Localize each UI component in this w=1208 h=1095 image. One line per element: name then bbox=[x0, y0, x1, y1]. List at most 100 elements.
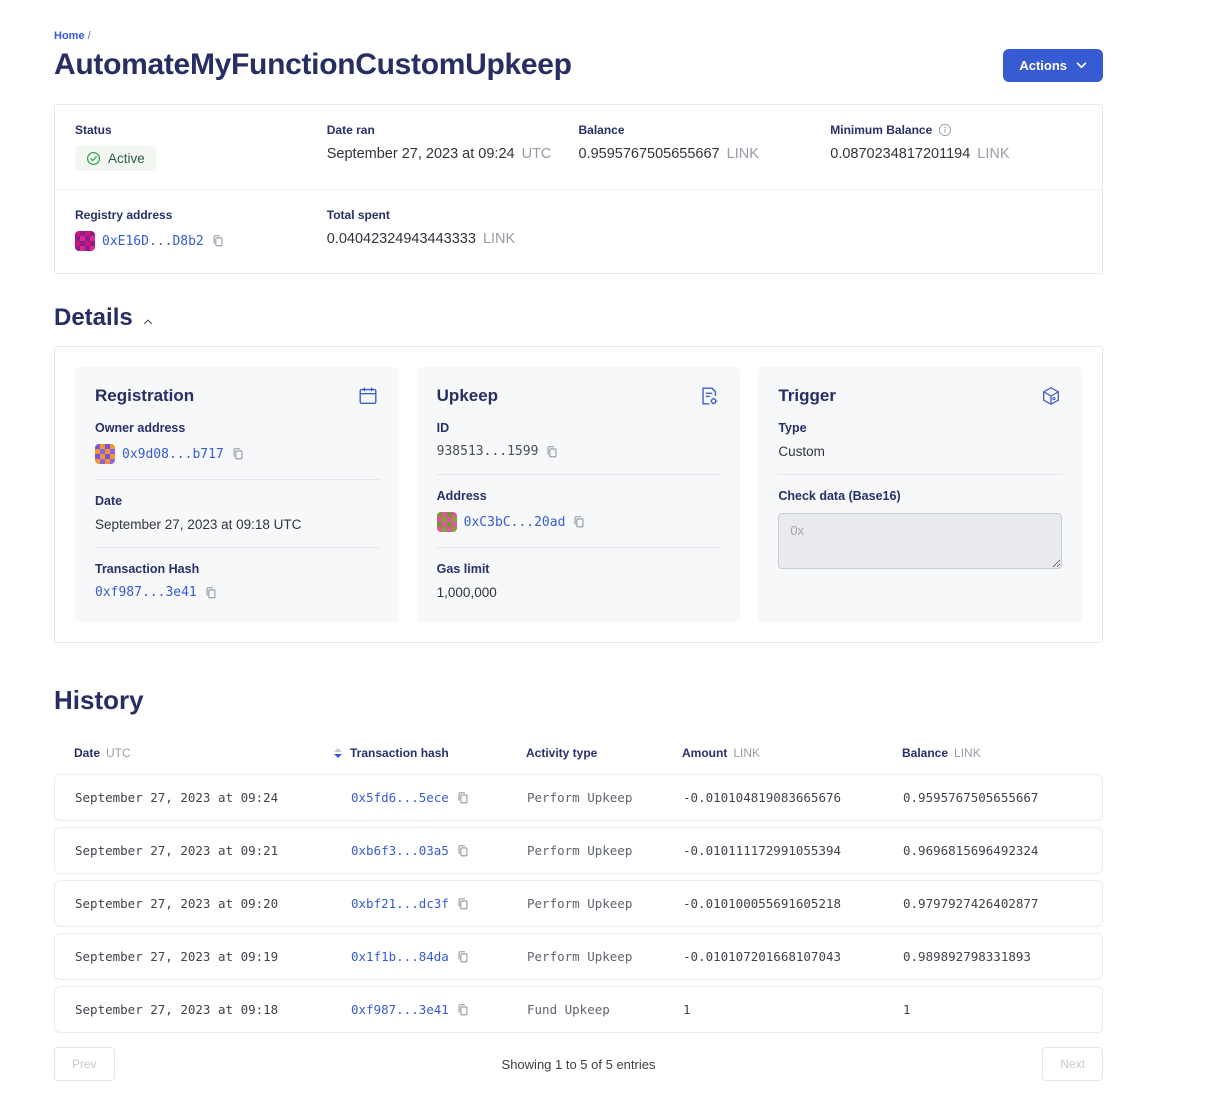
balance-value: 0.9595767505655667 bbox=[579, 146, 720, 162]
check-data-textarea[interactable] bbox=[778, 513, 1062, 569]
row-hash-link[interactable]: 0xb6f3...03a5 bbox=[351, 843, 449, 858]
trigger-type-label: Type bbox=[778, 421, 1062, 435]
upkeep-id-value: 938513...1599 bbox=[437, 444, 539, 459]
owner-address-link[interactable]: 0x9d08...b717 bbox=[122, 447, 224, 462]
balance-field: Balance 0.9595767505655667 LINK bbox=[579, 123, 831, 171]
trigger-card: Trigger Type Custom Check data (Base16) bbox=[758, 367, 1082, 622]
actions-button[interactable]: Actions bbox=[1003, 49, 1103, 82]
copy-icon[interactable] bbox=[545, 445, 559, 459]
min-balance-suffix: LINK bbox=[977, 146, 1009, 162]
copy-icon[interactable] bbox=[456, 791, 470, 805]
row-hash-link[interactable]: 0xbf21...dc3f bbox=[351, 896, 449, 911]
trigger-title: Trigger bbox=[778, 386, 836, 406]
row-amount: -0.010104819083665676 bbox=[683, 790, 903, 805]
contract-avatar-icon bbox=[437, 512, 457, 532]
upkeep-address-link[interactable]: 0xC3bC...20ad bbox=[464, 515, 566, 530]
transaction-hash-label: Transaction Hash bbox=[95, 562, 379, 576]
min-balance-value: 0.0870234817201194 bbox=[830, 146, 970, 162]
card-divider bbox=[437, 474, 721, 475]
status-label: Status bbox=[75, 123, 327, 137]
upkeep-id-label: ID bbox=[437, 421, 721, 435]
card-divider bbox=[437, 547, 721, 548]
registration-card: Registration Owner address 0x9d08...b717… bbox=[75, 367, 399, 622]
row-date: September 27, 2023 at 09:18 bbox=[75, 1002, 351, 1017]
balance-label: Balance bbox=[579, 123, 831, 137]
date-column-suffix: UTC bbox=[106, 746, 131, 760]
sort-icon[interactable] bbox=[334, 748, 342, 758]
card-divider bbox=[95, 479, 379, 480]
cube-icon bbox=[1040, 385, 1062, 407]
column-header-amount: Amount LINK bbox=[682, 746, 902, 760]
breadcrumb: Home/ bbox=[54, 30, 1103, 42]
row-amount: -0.010111172991055394 bbox=[683, 843, 903, 858]
page-title: AutomateMyFunctionCustomUpkeep bbox=[54, 48, 572, 82]
prev-button[interactable]: Prev bbox=[54, 1047, 115, 1081]
row-activity: Perform Upkeep bbox=[527, 949, 683, 964]
registry-address-link[interactable]: 0xE16D...D8b2 bbox=[102, 234, 204, 249]
upkeep-card: Upkeep ID 938513...1599 Address 0xC3bC..… bbox=[417, 367, 741, 622]
trigger-type-value: Custom bbox=[778, 444, 825, 459]
status-field: Status Active bbox=[75, 123, 327, 171]
balance-suffix: LINK bbox=[727, 146, 759, 162]
info-icon[interactable] bbox=[938, 123, 952, 137]
gas-limit-value: 1,000,000 bbox=[437, 585, 497, 600]
upkeep-title: Upkeep bbox=[437, 386, 498, 406]
copy-icon[interactable] bbox=[211, 234, 225, 248]
status-badge-text: Active bbox=[108, 151, 145, 166]
row-activity: Fund Upkeep bbox=[527, 1002, 683, 1017]
owner-address-label: Owner address bbox=[95, 421, 379, 435]
copy-icon[interactable] bbox=[204, 586, 218, 600]
row-date: September 27, 2023 at 09:20 bbox=[75, 896, 351, 911]
row-hash-link[interactable]: 0x1f1b...84da bbox=[351, 949, 449, 964]
table-row: September 27, 2023 at 09:24 0x5fd6...5ec… bbox=[54, 774, 1103, 821]
owner-avatar-icon bbox=[95, 444, 115, 464]
chevron-down-icon bbox=[1076, 62, 1087, 69]
actions-button-label: Actions bbox=[1019, 58, 1067, 73]
column-header-hash: Transaction hash bbox=[350, 746, 526, 760]
breadcrumb-home-link[interactable]: Home bbox=[54, 30, 85, 42]
registration-date-label: Date bbox=[95, 494, 379, 508]
copy-icon[interactable] bbox=[572, 515, 586, 529]
row-amount: -0.010100055691605218 bbox=[683, 896, 903, 911]
min-balance-label: Minimum Balance bbox=[830, 123, 932, 137]
column-header-date[interactable]: Date UTC bbox=[74, 746, 350, 760]
copy-icon[interactable] bbox=[456, 844, 470, 858]
row-balance: 1 bbox=[903, 1002, 1082, 1017]
table-row: September 27, 2023 at 09:20 0xbf21...dc3… bbox=[54, 880, 1103, 927]
total-spent-suffix: LINK bbox=[483, 231, 515, 247]
row-date: September 27, 2023 at 09:19 bbox=[75, 949, 351, 964]
registry-avatar-icon bbox=[75, 231, 95, 251]
total-spent-value: 0.04042324943443333 bbox=[327, 231, 476, 247]
row-amount: 1 bbox=[683, 1002, 903, 1017]
row-hash-link[interactable]: 0x5fd6...5ece bbox=[351, 790, 449, 805]
row-activity: Perform Upkeep bbox=[527, 790, 683, 805]
summary-card: Status Active Date ran September 27, 202… bbox=[54, 104, 1103, 274]
collapse-chevron-icon[interactable] bbox=[143, 319, 153, 325]
date-ran-label: Date ran bbox=[327, 123, 579, 137]
row-balance: 0.989892798331893 bbox=[903, 949, 1082, 964]
total-spent-label: Total spent bbox=[327, 208, 579, 222]
registration-tx-link[interactable]: 0xf987...3e41 bbox=[95, 585, 197, 600]
next-button[interactable]: Next bbox=[1042, 1047, 1103, 1081]
card-divider bbox=[95, 547, 379, 548]
copy-icon[interactable] bbox=[231, 447, 245, 461]
check-circle-icon bbox=[86, 151, 101, 166]
copy-icon[interactable] bbox=[456, 897, 470, 911]
calendar-icon bbox=[357, 385, 379, 407]
copy-icon[interactable] bbox=[456, 950, 470, 964]
status-badge: Active bbox=[75, 146, 156, 171]
copy-icon[interactable] bbox=[456, 1003, 470, 1017]
row-amount: -0.010107201668107043 bbox=[683, 949, 903, 964]
row-balance: 0.9696815696492324 bbox=[903, 843, 1082, 858]
details-panel: Registration Owner address 0x9d08...b717… bbox=[54, 346, 1103, 643]
date-ran-suffix: UTC bbox=[522, 146, 552, 162]
row-balance: 0.9797927426402877 bbox=[903, 896, 1082, 911]
row-hash-link[interactable]: 0xf987...3e41 bbox=[351, 1002, 449, 1017]
row-balance: 0.9595767505655667 bbox=[903, 790, 1082, 805]
history-heading: History bbox=[54, 685, 144, 716]
date-column-label: Date bbox=[74, 746, 100, 760]
history-table-header: Date UTC Transaction hash Activity type … bbox=[54, 746, 1103, 774]
row-date: September 27, 2023 at 09:24 bbox=[75, 790, 351, 805]
table-row: September 27, 2023 at 09:18 0xf987...3e4… bbox=[54, 986, 1103, 1033]
page-summary: Showing 1 to 5 of 5 entries bbox=[502, 1057, 656, 1072]
